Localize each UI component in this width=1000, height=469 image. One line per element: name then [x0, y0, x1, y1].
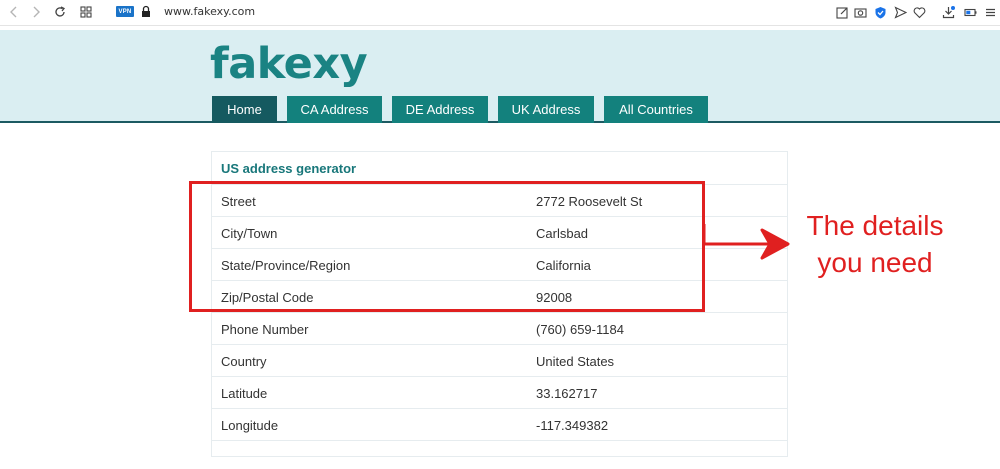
send-icon[interactable] — [892, 4, 908, 20]
table-row: Latitude 33.162717 — [212, 376, 787, 408]
download-icon[interactable] — [940, 4, 956, 20]
row-label: Phone Number — [221, 321, 309, 337]
refresh-icon[interactable] — [51, 3, 69, 21]
annotation-line-1: The details — [806, 210, 944, 241]
row-value: (760) 659-1184 — [536, 321, 624, 337]
battery-icon[interactable] — [962, 4, 978, 20]
browser-toolbar: VPN www.fakexy.com — [0, 0, 1000, 26]
nav-tab-de-address[interactable]: DE Address — [392, 96, 488, 123]
row-label: Street — [221, 193, 256, 209]
row-value: -117.349382 — [536, 417, 609, 433]
edit-icon[interactable] — [834, 4, 850, 20]
grid-icon[interactable] — [77, 3, 95, 21]
table-row: Longitude -117.349382 — [212, 408, 787, 440]
heart-icon[interactable] — [911, 4, 927, 20]
nav-tab-uk-address[interactable]: UK Address — [498, 96, 594, 123]
address-bar-url[interactable]: www.fakexy.com — [164, 5, 255, 18]
annotation-line-2: you need — [817, 247, 933, 278]
table-row: Country United States — [212, 344, 787, 376]
nav-tab-ca-address[interactable]: CA Address — [287, 96, 382, 123]
row-value: 92008 — [536, 289, 573, 305]
table-title: US address generator — [221, 160, 357, 176]
vpn-badge[interactable]: VPN — [116, 6, 134, 17]
address-table: US address generator Street 2772 Rooseve… — [211, 151, 788, 457]
row-value: 33.162717 — [536, 385, 598, 401]
row-label: Longitude — [221, 417, 279, 433]
nav-tab-home[interactable]: Home — [212, 96, 277, 123]
nav-tab-all-countries[interactable]: All Countries — [604, 96, 708, 123]
row-value: 2772 Roosevelt St — [536, 193, 643, 209]
annotation-arrow-icon — [702, 224, 790, 260]
row-value: California — [536, 257, 591, 273]
lock-icon — [142, 5, 150, 17]
table-row: Zip/Postal Code 92008 — [212, 280, 787, 312]
row-label: Zip/Postal Code — [221, 289, 314, 305]
site-logo[interactable]: fakexy — [210, 38, 368, 90]
back-arrow-icon[interactable] — [5, 3, 23, 21]
site-header: fakexy Home CA Address DE Address UK Add… — [0, 30, 1000, 123]
table-row-empty — [212, 440, 787, 458]
table-row: Street 2772 Roosevelt St — [212, 184, 787, 216]
row-label: Latitude — [221, 385, 268, 401]
row-value: Carlsbad — [536, 225, 589, 241]
row-value: United States — [536, 353, 615, 369]
menu-icon[interactable] — [982, 4, 998, 20]
row-label: City/Town — [221, 225, 278, 241]
table-row: Phone Number (760) 659-1184 — [212, 312, 787, 344]
row-label: Country — [221, 353, 267, 369]
row-label: State/Province/Region — [221, 257, 351, 273]
forward-arrow-icon[interactable] — [27, 3, 45, 21]
camera-icon[interactable] — [852, 4, 868, 20]
shield-icon[interactable] — [872, 4, 888, 20]
annotation-text: The details you need — [790, 207, 960, 281]
